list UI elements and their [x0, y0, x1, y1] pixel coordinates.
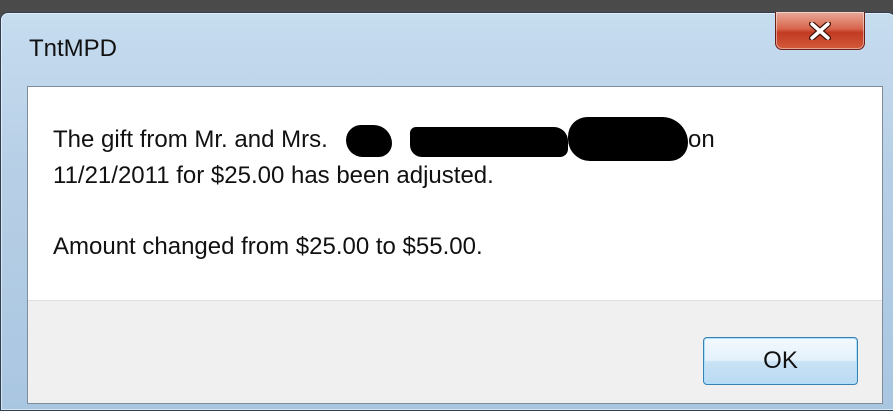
message-box-window: TntMPD The gift from Mr. and Mrs. on 11/…: [0, 12, 893, 411]
message-area: The gift from Mr. and Mrs. on 11/21/2011…: [28, 87, 882, 301]
message-line-3: Amount changed from $25.00 to $55.00.: [53, 233, 483, 260]
close-button[interactable]: [775, 12, 865, 50]
message-line-1-start: The gift from Mr. and Mrs.: [53, 126, 328, 153]
redaction-mark-3: [568, 117, 688, 161]
message-line-1-end: on: [688, 126, 715, 153]
close-icon: [809, 21, 831, 40]
redaction-mark-1: [346, 125, 392, 157]
ok-button[interactable]: OK: [703, 337, 858, 385]
dialog-client-area: The gift from Mr. and Mrs. on 11/21/2011…: [27, 86, 883, 404]
title-bar[interactable]: TntMPD: [1, 12, 893, 83]
screen: TntMPD The gift from Mr. and Mrs. on 11/…: [0, 0, 893, 411]
window-title: TntMPD: [29, 35, 118, 62]
message-line-2: 11/21/2011 for $25.00 has been adjusted.: [53, 162, 494, 189]
redaction-mark-2: [410, 127, 568, 157]
